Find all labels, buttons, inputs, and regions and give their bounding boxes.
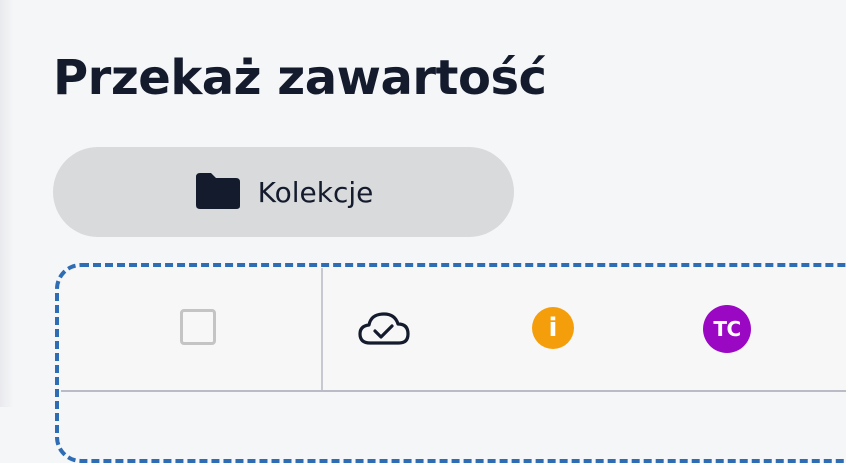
info-icon-glyph: i: [548, 313, 558, 343]
folder-icon: [194, 172, 242, 213]
cloud-check-icon[interactable]: [356, 309, 412, 349]
left-edge-shadow: [0, 0, 14, 407]
avatar-initials: TC: [713, 317, 741, 341]
select-all-checkbox[interactable]: [180, 309, 216, 345]
collections-button[interactable]: Kolekcje: [53, 147, 514, 237]
collections-button-label: Kolekcje: [257, 175, 374, 209]
avatar[interactable]: TC: [703, 305, 751, 353]
info-icon[interactable]: i: [532, 307, 574, 349]
column-divider: [321, 268, 323, 390]
page-title: Przekaż zawartość: [53, 50, 547, 106]
